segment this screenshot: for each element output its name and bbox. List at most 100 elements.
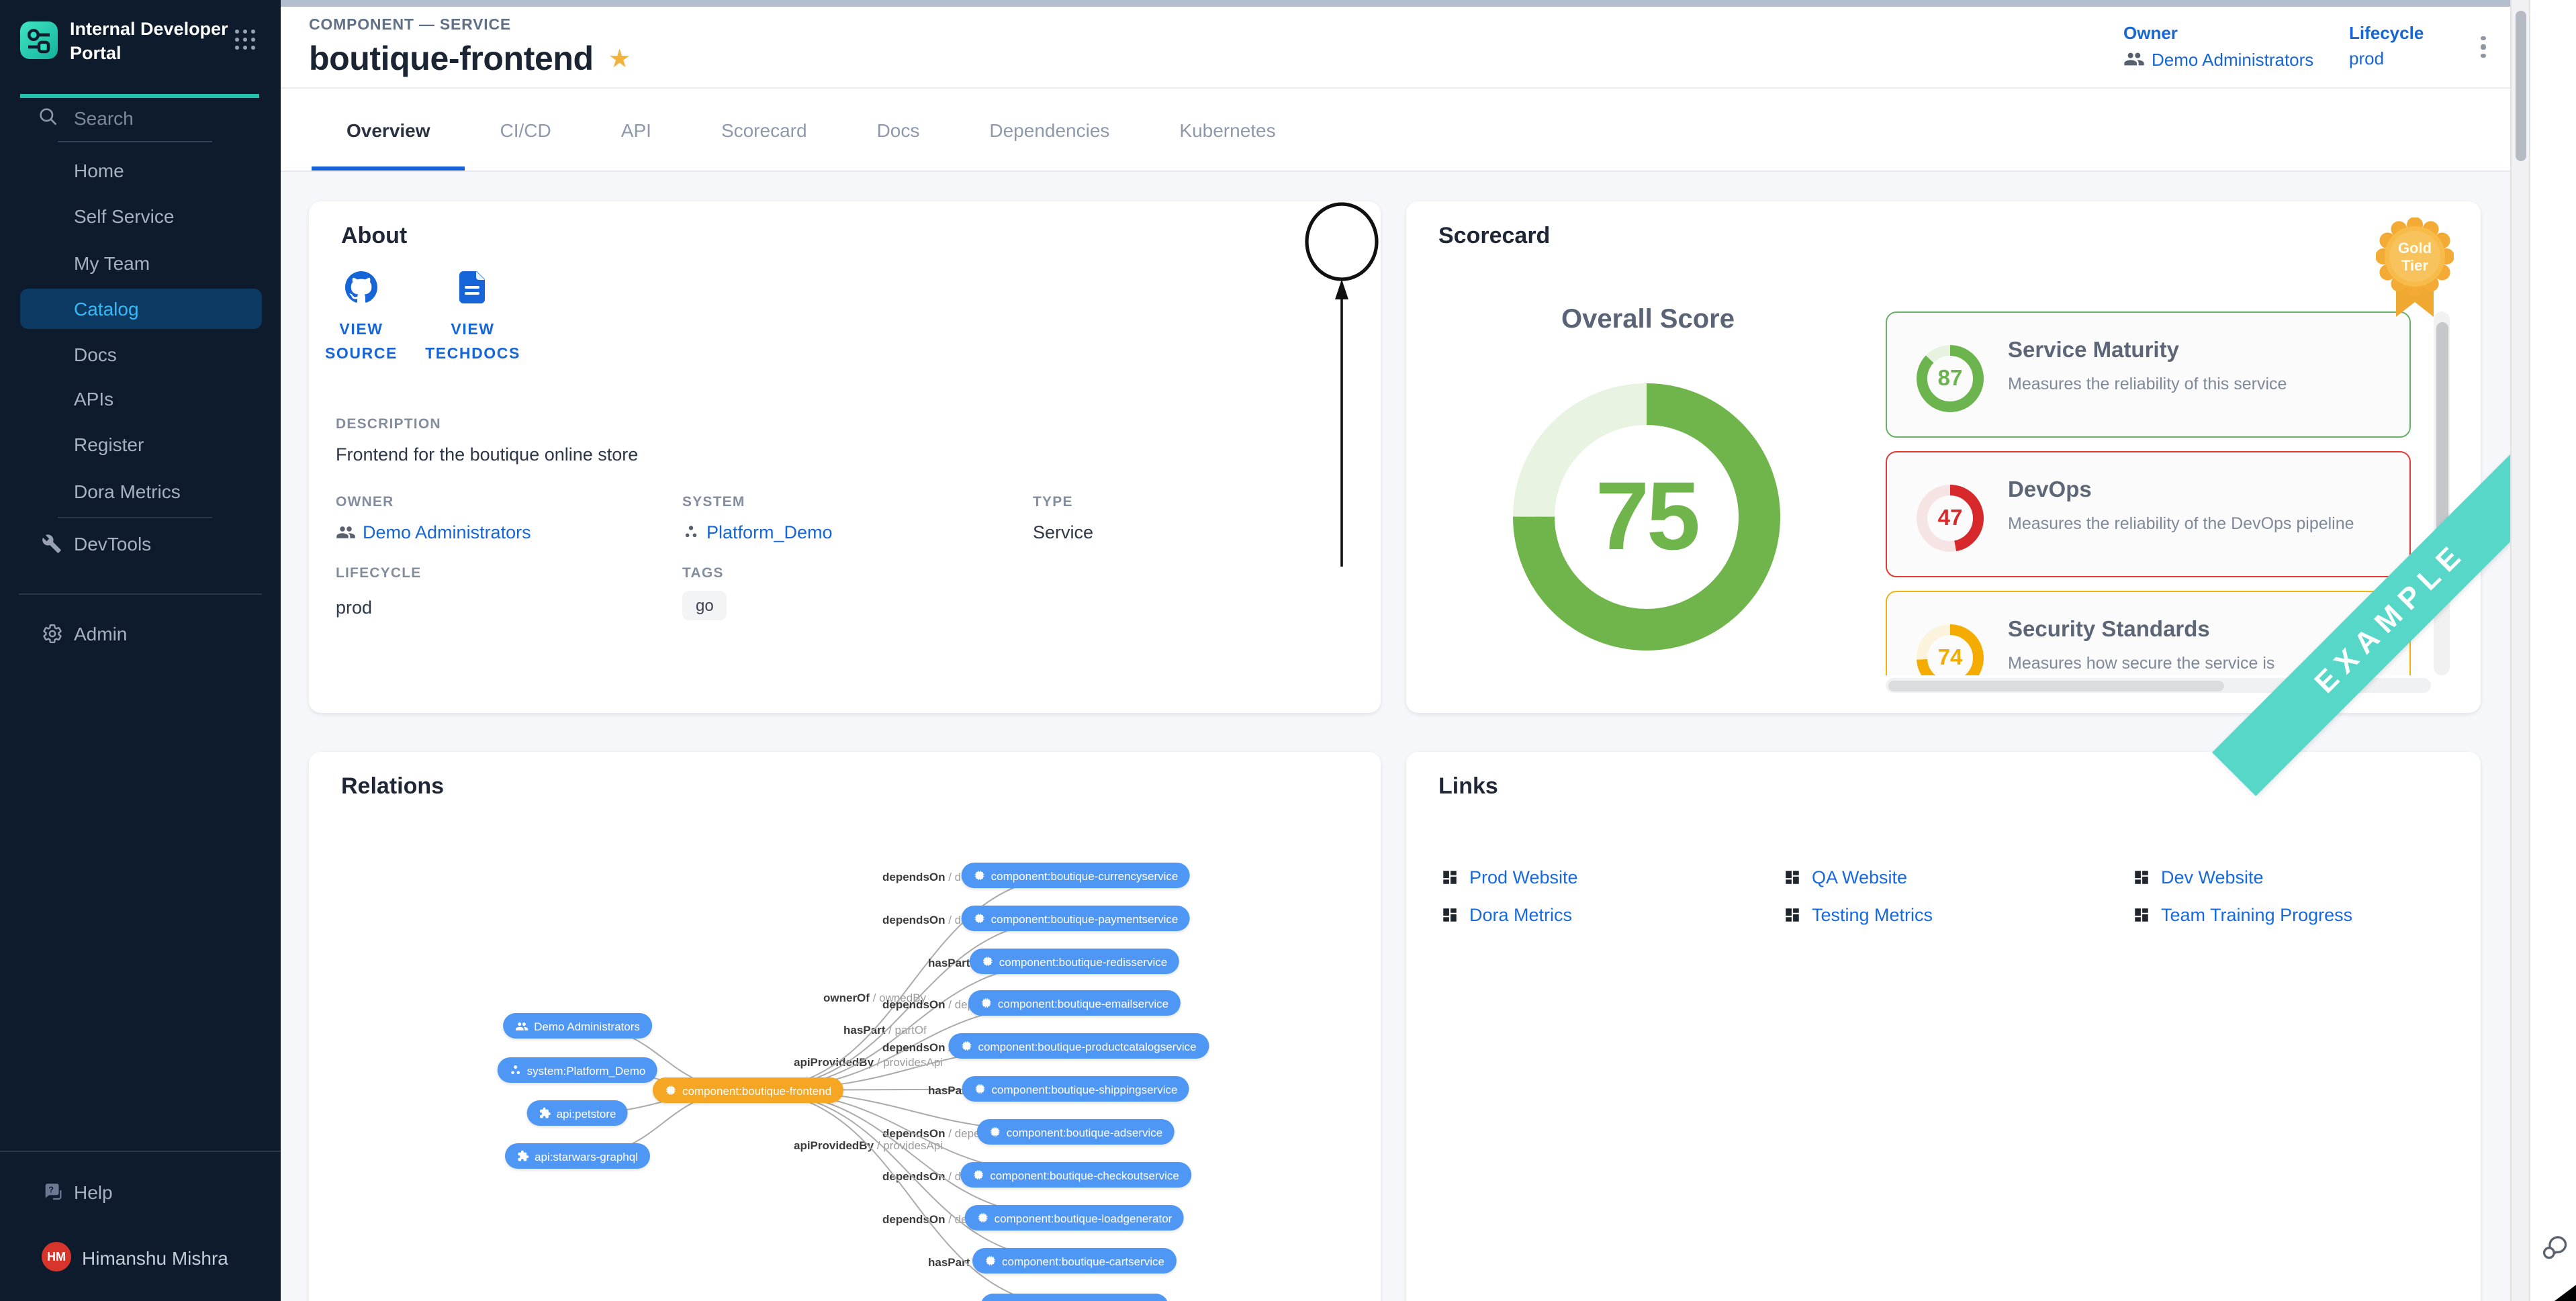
graph-node[interactable]: component:boutique-productcatalogservice (948, 1033, 1208, 1059)
sidebar-item-dora-metrics[interactable]: Dora Metrics (0, 471, 281, 512)
graph-node[interactable]: component:boutique-emailservice (968, 990, 1181, 1016)
graph-node[interactable]: component:boutique-paymentservice (962, 906, 1191, 931)
dashboard-icon (2133, 869, 2150, 886)
sidebar-item-apis[interactable]: APIs (0, 379, 281, 419)
sidebar-accent-rule (20, 94, 259, 97)
svg-text:Gold: Gold (2398, 240, 2432, 256)
graph-node[interactable] (980, 1294, 1168, 1301)
tab-overview[interactable]: Overview (312, 89, 465, 171)
link-prod-website[interactable]: Prod Website (1441, 867, 1784, 887)
more-menu-icon[interactable] (2471, 30, 2495, 64)
entity-tabs: Overview CI/CD API Scorecard Docs Depend… (281, 89, 2510, 172)
sidebar-item-catalog[interactable]: Catalog (20, 289, 262, 329)
type-field-label: TYPE (1033, 494, 1073, 510)
sidebar-item-home[interactable]: Home (0, 150, 281, 191)
content-area: About VIEW SOURCE (281, 172, 2510, 1301)
scrollbar-thumb[interactable] (2515, 11, 2526, 161)
owner-link[interactable]: Demo Administrators (2152, 49, 2313, 69)
link-dora-metrics[interactable]: Dora Metrics (1441, 905, 1784, 925)
sidebar-item-admin[interactable]: Admin (0, 614, 281, 654)
link-team-training-progress[interactable]: Team Training Progress (2133, 905, 2352, 925)
tab-cicd[interactable]: CI/CD (465, 89, 586, 171)
brand-logo-icon (20, 21, 58, 59)
users-icon (2123, 48, 2145, 70)
tab-scorecard[interactable]: Scorecard (686, 89, 842, 171)
graph-node[interactable]: api:petstore (527, 1100, 629, 1126)
lifecycle-value: prod (2349, 48, 2384, 68)
divider (19, 593, 262, 595)
user-avatar[interactable]: HM (42, 1242, 71, 1271)
metric-tile-devops[interactable]: 47 DevOps Measures the reliability of th… (1886, 451, 2411, 577)
gear-icon (42, 623, 63, 644)
link-qa-website[interactable]: QA Website (1784, 867, 2133, 887)
user-name[interactable]: Himanshu Mishra (82, 1247, 228, 1269)
metrics-scrollbar-vertical[interactable] (2434, 311, 2450, 675)
graph-node[interactable]: component:boutique-checkoutservice (960, 1162, 1191, 1188)
gold-tier-badge: Gold Tier (2376, 218, 2454, 322)
tab-api[interactable]: API (586, 89, 686, 171)
sidebar-item-docs[interactable]: Docs (0, 334, 281, 375)
about-card: About VIEW SOURCE (309, 201, 1381, 713)
divider (58, 141, 212, 142)
owner-field-label: OWNER (336, 494, 394, 510)
sidebar-item-self-service[interactable]: Self Service (0, 196, 281, 236)
graph-node[interactable]: component:boutique-currencyservice (962, 863, 1191, 888)
page-scrollbar[interactable] (2510, 0, 2530, 1301)
system-icon (682, 524, 700, 541)
metric-description: Measures the reliability of the DevOps p… (2008, 514, 2354, 533)
tab-docs[interactable]: Docs (842, 89, 955, 171)
search-input[interactable]: Search (74, 107, 134, 129)
graph-node[interactable]: component:boutique-adservice (977, 1119, 1175, 1145)
chat-bubbles-icon[interactable] (2541, 1233, 2571, 1262)
tab-dependencies[interactable]: Dependencies (954, 89, 1144, 171)
sidebar-item-devtools[interactable]: DevTools (0, 524, 281, 564)
description-label: DESCRIPTION (336, 416, 441, 432)
metric-description: Measures how secure the service is (2008, 654, 2274, 673)
tags-field-label: TAGS (682, 565, 724, 581)
sidebar-item-help[interactable]: ? Help (0, 1172, 281, 1212)
annotation-circle (1307, 204, 1377, 279)
apps-grid-icon[interactable] (235, 30, 257, 51)
system-field-value[interactable]: Platform_Demo (682, 522, 833, 542)
dashboard-icon (2133, 906, 2150, 924)
overall-score-gauge: 75 (1504, 375, 1789, 659)
graph-node[interactable]: system:Platform_Demo (498, 1057, 658, 1083)
graph-node[interactable]: api:starwars-graphql (505, 1143, 650, 1169)
type-field-value: Service (1033, 522, 1093, 542)
techdocs-icon (458, 271, 488, 303)
owner-field-value[interactable]: Demo Administrators (336, 522, 531, 542)
link-dev-website[interactable]: Dev Website (2133, 867, 2352, 887)
brand: Internal Developer Portal (0, 0, 281, 81)
lifecycle-label: Lifecycle (2349, 23, 2424, 43)
tab-kubernetes[interactable]: Kubernetes (1144, 89, 1310, 171)
graph-node[interactable]: component:boutique-cartservice (972, 1248, 1177, 1273)
link-testing-metrics[interactable]: Testing Metrics (1784, 905, 2133, 925)
owner-label: Owner (2123, 23, 2313, 43)
sidebar-search[interactable]: Search (0, 106, 281, 133)
sidebar-item-register[interactable]: Register (0, 424, 281, 465)
graph-node[interactable]: component:boutique-loadgenerator (965, 1205, 1185, 1231)
search-icon (38, 106, 59, 128)
relations-graph: ownerOf / ownedByhasPart / partOfapiProv… (309, 752, 1381, 1301)
description-value: Frontend for the boutique online store (336, 444, 638, 465)
metric-tile-service-maturity[interactable]: 87 Service Maturity Measures the reliabi… (1886, 311, 2411, 438)
right-gutter (2530, 0, 2576, 1301)
dashboard-icon (1784, 906, 1801, 924)
view-techdocs-button[interactable]: VIEW TECHDOCS (420, 271, 525, 367)
wrench-icon (42, 534, 62, 554)
sidebar-item-my-team[interactable]: My Team (0, 243, 281, 283)
annotation-arrowhead (1335, 279, 1348, 299)
dashboard-icon (1441, 869, 1459, 886)
scorecard-card-title: Scorecard (1438, 223, 1550, 250)
favorite-star-icon[interactable]: ★ (608, 47, 631, 73)
tag-chip[interactable]: go (682, 591, 727, 620)
graph-node[interactable]: Demo Administrators (503, 1013, 652, 1039)
relations-edges: ownerOf / ownedByhasPart / partOfapiProv… (309, 752, 1381, 1301)
graph-node[interactable]: component:boutique-frontend (653, 1077, 843, 1103)
svg-text:Tier: Tier (2401, 257, 2428, 274)
view-source-button[interactable]: VIEW SOURCE (309, 271, 414, 367)
metric-value: 47 (1914, 482, 1986, 555)
graph-node[interactable]: component:boutique-shippingservice (962, 1076, 1190, 1102)
graph-node[interactable]: component:boutique-redisservice (970, 949, 1179, 974)
page-title: boutique-frontend (309, 40, 594, 79)
